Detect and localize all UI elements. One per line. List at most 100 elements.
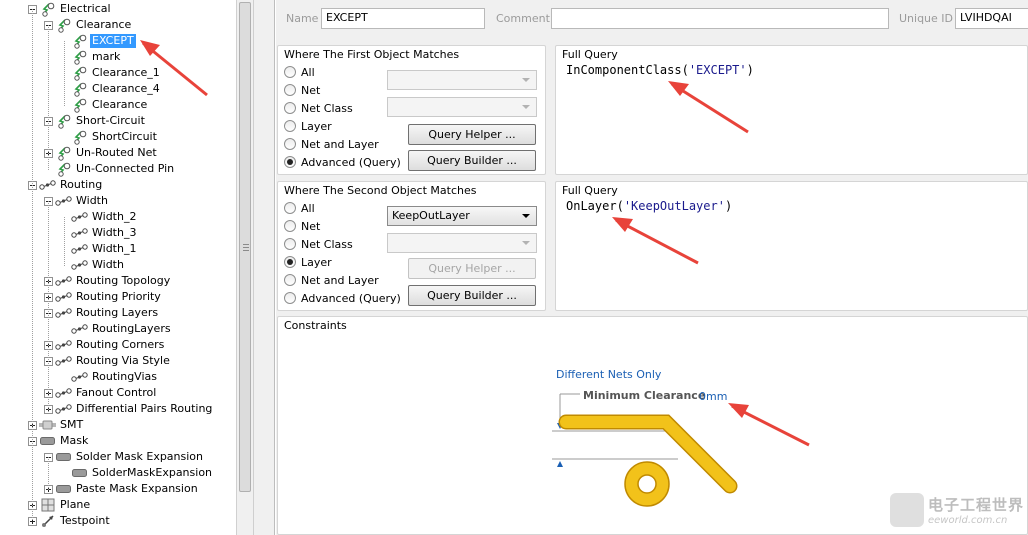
tree-node[interactable]: Routing [28,177,104,193]
first-match-radio-net[interactable]: Net [284,82,320,98]
tree-node[interactable]: SolderMaskExpansion [71,465,214,481]
first-full-query-text[interactable]: InComponentClass('EXCEPT') [566,63,754,77]
second-full-query-title: Full Query [562,184,618,197]
second-match-radio-advanced-query[interactable]: Advanced (Query) [284,290,401,306]
tree-node-label: SolderMaskExpansion [92,466,213,479]
tree-node[interactable]: Width [71,257,126,273]
tree-node-label: EXCEPT [90,34,136,48]
radio-label: Net and Layer [301,137,379,151]
comment-field[interactable] [551,8,889,29]
first-object-match-group: Where The First Object Matches All Net Net… [277,45,546,175]
radio-button-icon[interactable] [284,238,296,250]
testpoint-rule-icon [39,514,56,528]
routing-rule-icon [55,386,72,400]
tree-node[interactable]: RoutingLayers [71,321,173,337]
first-match-radio-all[interactable]: All [284,64,315,80]
radio-button-icon[interactable] [284,84,296,96]
tree-node[interactable]: Electrical [28,1,113,17]
second-match-radio-net-and-layer[interactable]: Net and Layer [284,272,379,288]
plane-rule-icon [39,498,56,512]
tree-node[interactable]: Differential Pairs Routing [44,401,214,417]
name-field[interactable]: EXCEPT [321,8,485,29]
radio-button-icon[interactable] [284,202,296,214]
tree-node[interactable]: Routing Via Style [44,353,172,369]
tree-node[interactable]: Clearance [44,17,133,33]
radio-button-icon[interactable] [284,292,296,304]
tree-scrollbar-thumb[interactable] [239,2,251,492]
tree-node-label: Solder Mask Expansion [76,450,204,463]
mask-rule-icon [71,466,88,480]
second-match-radio-all[interactable]: All [284,200,315,216]
second-query-builder-button[interactable]: Query Builder ... [408,285,536,306]
tree-node[interactable]: Routing Layers [44,305,160,321]
tree-node[interactable]: RoutingVias [71,369,159,385]
tree-node-label: ShortCircuit [92,130,157,143]
radio-button-icon[interactable] [284,138,296,150]
tree-node[interactable]: Routing Priority [44,289,163,305]
tree-node-label: Routing Layers [76,306,159,319]
tree-node[interactable]: Un-Routed Net [44,145,159,161]
tree-node[interactable]: Routing Topology [44,273,172,289]
tree-node[interactable]: Un-Connected Pin [44,161,176,177]
tree-node[interactable]: EXCEPT [71,33,136,49]
tree-node[interactable]: Width_1 [71,241,138,257]
first-match-radio-net-and-layer[interactable]: Net and Layer [284,136,379,152]
first-query-builder-button[interactable]: Query Builder ... [408,150,536,171]
tree-node[interactable]: Clearance [71,97,149,113]
second-match-radio-layer[interactable]: Layer [284,254,332,270]
tree-node[interactable]: Solder Mask Expansion [44,449,205,465]
clearance-diagram [552,393,738,507]
rule-editor-panel: Name EXCEPT Comment Unique ID LVIHDQAI W… [276,0,1028,535]
tree-node[interactable]: Width [44,193,110,209]
tree-node-label: Fanout Control [76,386,157,399]
first-net-combo[interactable] [387,70,537,90]
tree-node[interactable]: Clearance_4 [71,81,162,97]
radio-button-icon[interactable] [284,256,296,268]
unique-id-field[interactable]: LVIHDQAI [955,8,1028,29]
comment-label: Comment [496,12,550,25]
clearance-rule-icon [71,98,88,113]
tree-node[interactable]: Paste Mask Expansion [44,481,200,497]
radio-button-icon[interactable] [284,220,296,232]
radio-label: Net and Layer [301,273,379,287]
tree-node-label: Width [76,194,108,207]
unique-id-label: Unique ID [899,12,954,25]
tree-node[interactable]: Testpoint [28,513,112,529]
first-object-match-title: Where The First Object Matches [284,48,460,61]
radio-button-icon[interactable] [284,274,296,286]
second-match-radio-net-class[interactable]: Net Class [284,236,353,252]
tree-node[interactable]: Mask [28,433,90,449]
rules-tree[interactable]: Electrical Clearance EXCEPT mark Clearance_1… [0,0,236,535]
first-match-radio-net-class[interactable]: Net Class [284,100,353,116]
first-match-radio-advanced-query[interactable]: Advanced (Query) [284,154,401,170]
tree-node[interactable]: Fanout Control [44,385,158,401]
radio-button-icon[interactable] [284,120,296,132]
chevron-down-icon [522,78,530,82]
tree-node[interactable]: Clearance_1 [71,65,162,81]
second-full-query-text[interactable]: OnLayer('KeepOutLayer') [566,199,732,213]
second-match-radio-net[interactable]: Net [284,218,320,234]
first-match-radio-layer[interactable]: Layer [284,118,332,134]
radio-button-icon[interactable] [284,156,296,168]
radio-button-icon[interactable] [284,66,296,78]
second-layer-combo[interactable]: KeepOutLayer [387,206,537,226]
tree-scrollbar[interactable] [236,0,253,535]
panel-splitter[interactable] [253,0,275,535]
tree-node[interactable]: Plane [28,497,92,513]
watermark-title: 电子工程世界 [928,496,1025,514]
tree-node[interactable]: Width_3 [71,225,138,241]
tree-node[interactable]: SMT [28,417,85,433]
first-netclass-combo[interactable] [387,97,537,117]
first-query-helper-button[interactable]: Query Helper ... [408,124,536,145]
second-query-helper-button[interactable]: Query Helper ... [408,258,536,279]
second-netclass-combo[interactable] [387,233,537,253]
clearance-rule-icon [55,18,72,33]
tree-node-label: Routing Corners [76,338,165,351]
radio-button-icon[interactable] [284,102,296,114]
tree-node[interactable]: Width_2 [71,209,138,225]
tree-node[interactable]: mark [71,49,122,65]
tree-node[interactable]: Short-Circuit [44,113,147,129]
tree-node[interactable]: ShortCircuit [71,129,159,145]
tree-node[interactable]: Routing Corners [44,337,166,353]
tree-node-label: Routing Priority [76,290,161,303]
